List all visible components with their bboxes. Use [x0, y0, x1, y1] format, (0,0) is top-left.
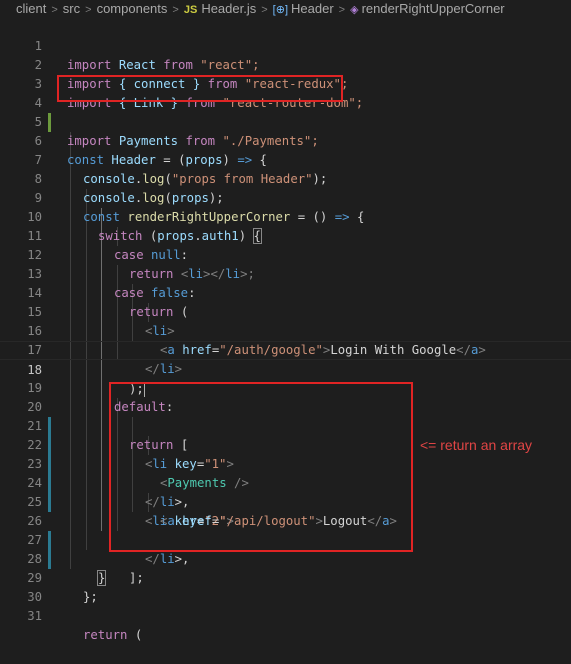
code-line[interactable]: 13 case false: [0, 246, 571, 300]
annotation-label: <= return an array [420, 437, 533, 453]
code-editor[interactable]: 1 import React from "react"; 2 import { … [0, 18, 571, 642]
breadcrumb-item-function[interactable]: renderRightUpperCorner [362, 1, 505, 16]
code-line[interactable]: 30 [0, 569, 571, 604]
code-line[interactable]: 1 import React from "react"; [0, 18, 571, 72]
chevron-right-icon: > [51, 4, 58, 16]
code-line[interactable]: 12 return <li></li>; [0, 227, 571, 281]
chevron-right-icon: > [261, 4, 268, 16]
breadcrumb-item-header[interactable]: Header [291, 1, 334, 16]
code-line[interactable]: 31 return ( [0, 588, 571, 642]
code-line[interactable]: 9 const renderRightUpperCorner = () => { [0, 170, 571, 224]
line-number: 31 [27, 609, 42, 623]
chevron-right-icon: > [85, 4, 92, 16]
code-line[interactable]: 3 import { Link } from "react-router-dom… [0, 56, 571, 110]
breadcrumb-item-src[interactable]: src [63, 1, 80, 16]
code-line[interactable]: 14 return ( [0, 265, 571, 319]
code-line[interactable]: 29 }; [0, 550, 571, 604]
javascript-file-icon: JS [183, 4, 198, 16]
breadcrumb-item-client[interactable]: client [16, 1, 46, 16]
highlight-box-return-array [109, 382, 413, 552]
code-line[interactable]: 6 const Header = (props) => { [0, 113, 571, 167]
breadcrumb: client > src > components > JS Header.js > [⊕] Hea… [0, 0, 571, 18]
code-line[interactable]: 10 switch (props.auth1) { [0, 189, 571, 244]
code-line-current[interactable]: 18 ); [0, 341, 571, 397]
breadcrumb-item-components[interactable]: components [97, 1, 168, 16]
code-line[interactable]: 11 case null: [0, 208, 571, 262]
code-line[interactable]: 17 </li> [0, 322, 571, 376]
code-line[interactable]: 8 console.log(props); [0, 151, 571, 205]
symbol-function-icon: ◈ [350, 4, 359, 16]
code-line[interactable]: 15 <li> [0, 284, 571, 338]
code-line[interactable]: 7 console.log("props from Header"); [0, 132, 571, 186]
code-line[interactable]: 19 default: [0, 360, 571, 414]
highlight-box-import [57, 75, 343, 102]
code-line[interactable]: 16 <a href="/auth/google">Login With Goo… [0, 303, 571, 357]
chevron-right-icon: > [172, 4, 179, 16]
chevron-right-icon: > [338, 4, 346, 16]
breadcrumb-item-file[interactable]: Header.js [201, 1, 256, 16]
code-line[interactable]: 2 import { connect } from "react-redux"; [0, 37, 571, 91]
symbol-class-icon: [⊕] [272, 4, 289, 16]
